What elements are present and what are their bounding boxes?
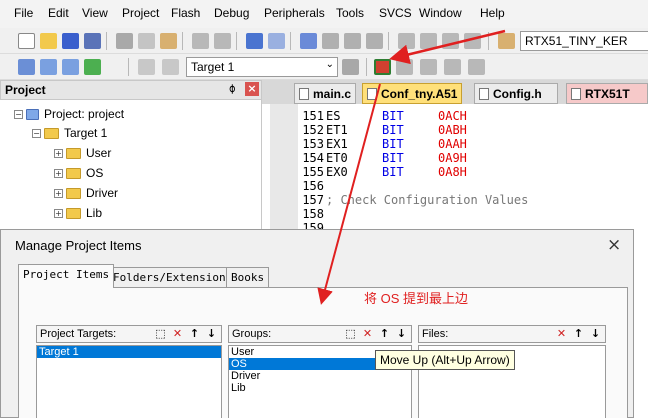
arrow-to-manage-icon [389, 29, 506, 65]
arrow-to-dialog [317, 83, 381, 305]
tab-project-items[interactable]: Project Items [18, 264, 115, 288]
annotation-arrows [317, 29, 506, 305]
